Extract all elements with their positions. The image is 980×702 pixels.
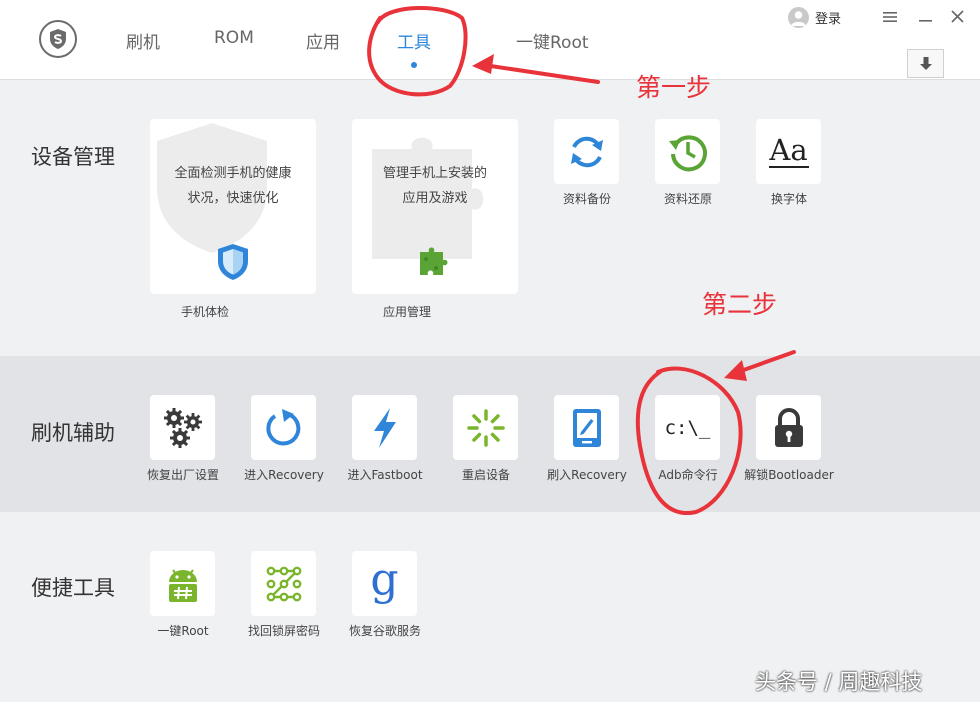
shield-icon — [218, 244, 248, 280]
tile-enter-fastboot[interactable] — [352, 395, 417, 460]
lock-icon — [774, 407, 803, 447]
tile-enter-fastboot-label: 进入Fastboot — [347, 468, 423, 482]
section-title-quick: 便捷工具 — [31, 576, 115, 600]
close-icon[interactable] — [951, 8, 964, 28]
tile-flash-recovery-label: 刷入Recovery — [547, 468, 627, 482]
history-icon — [668, 134, 707, 171]
top-navigation-bar: 刷机 ROM 应用 工具 一键Root 登录 — [0, 0, 980, 80]
tile-reboot-device-label: 重启设备 — [461, 468, 510, 482]
tile-factory-reset-label: 恢复出厂设置 — [146, 468, 219, 482]
tile-one-click-root[interactable] — [150, 551, 215, 616]
android-icon — [168, 568, 197, 602]
menu-icon[interactable] — [883, 8, 897, 28]
tab-one-click-root[interactable]: 一键Root — [516, 28, 589, 53]
pattern-lock-icon — [266, 566, 301, 601]
tile-change-font-label: 换字体 — [770, 192, 807, 206]
tile-data-backup[interactable] — [554, 119, 619, 184]
google-icon: g — [370, 553, 399, 605]
tab-flash[interactable]: 刷机 — [126, 28, 160, 53]
card-phone-checkup-label: 手机体检 — [180, 305, 229, 319]
tile-data-backup-label: 资料备份 — [562, 192, 611, 206]
tablet-icon — [572, 408, 601, 447]
tile-unlock-bootloader-label: 解锁Bootloader — [744, 468, 834, 482]
tile-recover-lock-password[interactable] — [251, 551, 316, 616]
sync-icon — [570, 136, 603, 167]
annotation-step-two: 第二步 — [702, 290, 778, 319]
download-icon — [919, 56, 932, 70]
lightning-icon — [373, 407, 396, 448]
download-manager-button[interactable] — [907, 49, 944, 78]
terminal-icon: c:\_ — [664, 416, 711, 439]
tile-flash-recovery[interactable] — [554, 395, 619, 460]
watermark-credit: 头条号 / 周趣科技 — [755, 670, 923, 694]
login-label: 登录 — [815, 12, 842, 27]
spinner-icon — [466, 408, 505, 447]
tile-factory-reset[interactable] — [150, 395, 215, 460]
tab-apps[interactable]: 应用 — [306, 28, 340, 53]
section-title-flash: 刷机辅助 — [31, 421, 115, 445]
tile-recover-lock-password-label: 找回锁屏密码 — [247, 624, 320, 638]
tile-adb-command-line-label: Adb命令行 — [658, 468, 718, 482]
tile-enter-recovery[interactable] — [251, 395, 316, 460]
card-app-management-label: 应用管理 — [382, 305, 431, 319]
tile-restore-google-services[interactable]: g — [352, 551, 417, 616]
tile-restore-google-services-label: 恢复谷歌服务 — [348, 624, 421, 638]
card-phone-checkup-desc: 全面检测手机的健康 状况，快速优化 — [174, 166, 292, 206]
section-title-device: 设备管理 — [31, 145, 115, 169]
card-app-management[interactable]: 管理手机上安装的 应用及游戏 — [352, 119, 518, 294]
tile-one-click-root-label: 一键Root — [157, 624, 209, 638]
gears-icon — [163, 407, 202, 448]
minimize-icon[interactable] — [919, 8, 932, 28]
tab-tools[interactable]: 工具 — [397, 28, 431, 53]
active-tab-indicator — [411, 62, 417, 68]
tile-adb-command-line[interactable]: c:\_ — [655, 395, 720, 460]
avatar-icon — [788, 7, 809, 28]
tile-data-restore[interactable] — [655, 119, 720, 184]
tab-rom[interactable]: ROM — [214, 28, 254, 48]
tile-data-restore-label: 资料还原 — [663, 192, 712, 206]
tile-reboot-device[interactable] — [453, 395, 518, 460]
card-phone-checkup[interactable]: 全面检测手机的健康 状况，快速优化 — [150, 119, 316, 294]
app-logo-icon[interactable] — [39, 20, 77, 58]
tile-unlock-bootloader[interactable] — [756, 395, 821, 460]
tile-enter-recovery-label: 进入Recovery — [244, 468, 324, 482]
puzzle-icon — [420, 247, 448, 275]
refresh-icon — [265, 408, 300, 445]
login-button[interactable]: 登录 — [788, 7, 841, 28]
card-app-management-desc: 管理手机上安装的 应用及游戏 — [382, 166, 487, 206]
tile-change-font[interactable]: Aa — [756, 119, 821, 184]
font-icon: Aa — [768, 133, 809, 168]
annotation-step-one: 第一步 — [636, 73, 712, 102]
